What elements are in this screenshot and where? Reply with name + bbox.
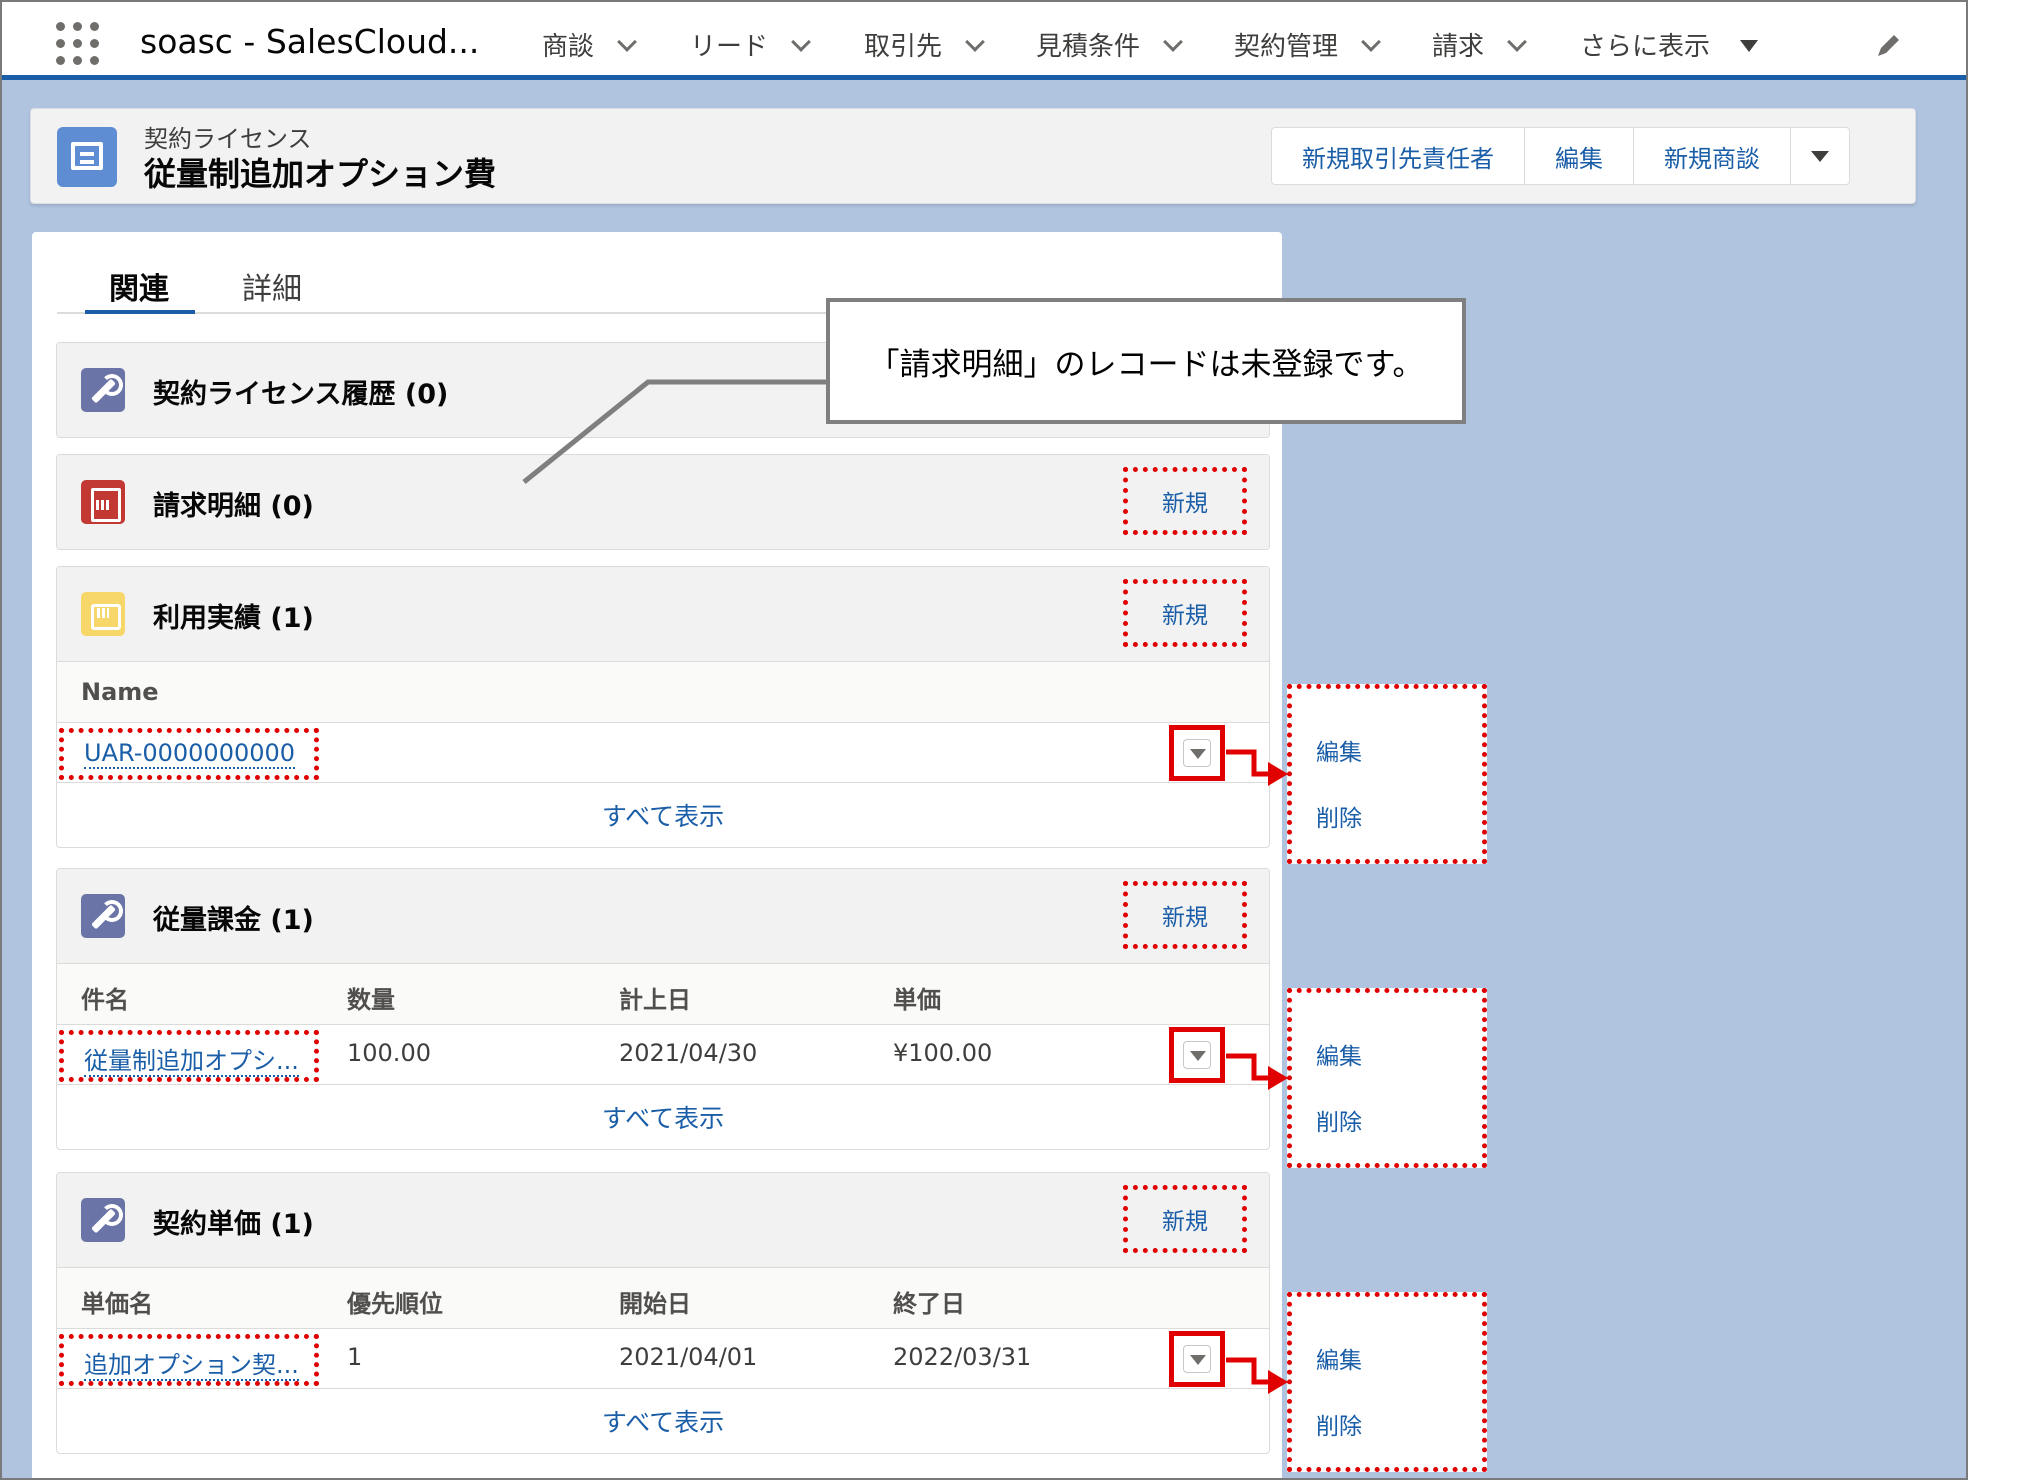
red-arrow-icon [1226,1053,1288,1090]
app-frame: soasc - SalesCloud... 商談 リード 取引先 見積条件 契約… [0,0,1968,1480]
red-arrow-icon [1226,1357,1288,1394]
callout-pointer-line [522,379,828,484]
red-arrow-icon [1226,749,1288,786]
callout-annotation: 「請求明細」のレコードは未登録です。 [826,298,1466,424]
